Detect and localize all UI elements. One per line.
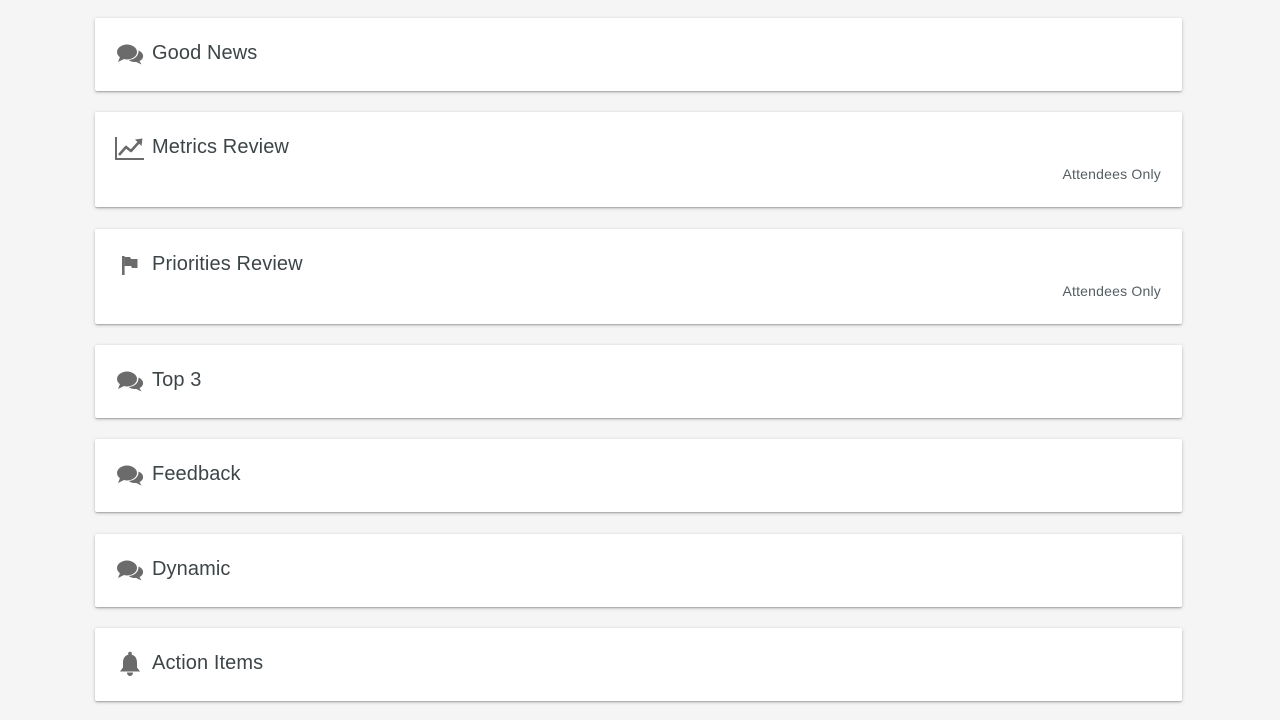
bell-icon	[115, 651, 145, 677]
comments-icon	[115, 462, 145, 488]
agenda-item-title: Top 3	[152, 369, 202, 391]
agenda-item-metrics-review[interactable]: Metrics Review Attendees Only	[95, 112, 1182, 207]
line-chart-icon	[115, 135, 145, 161]
agenda-item-title: Dynamic	[152, 558, 231, 580]
agenda-item-title: Good News	[152, 42, 258, 64]
agenda-item-title: Feedback	[152, 463, 241, 485]
attendees-only-label: Attendees Only	[1062, 283, 1161, 299]
agenda-item-feedback[interactable]: Feedback	[95, 439, 1182, 512]
agenda-item-title: Action Items	[152, 652, 264, 674]
comments-icon	[115, 557, 145, 583]
comments-icon	[115, 368, 145, 394]
flag-icon	[115, 252, 145, 278]
agenda-item-title: Metrics Review	[152, 136, 289, 158]
agenda-item-title: Priorities Review	[152, 253, 303, 275]
comments-icon	[115, 41, 145, 67]
agenda-item-action-items[interactable]: Action Items	[95, 628, 1182, 701]
agenda-item-top-3[interactable]: Top 3	[95, 345, 1182, 418]
agenda-item-good-news[interactable]: Good News	[95, 18, 1182, 91]
agenda-item-dynamic[interactable]: Dynamic	[95, 534, 1182, 607]
agenda-item-priorities-review[interactable]: Priorities Review Attendees Only	[95, 229, 1182, 324]
attendees-only-label: Attendees Only	[1062, 166, 1161, 182]
